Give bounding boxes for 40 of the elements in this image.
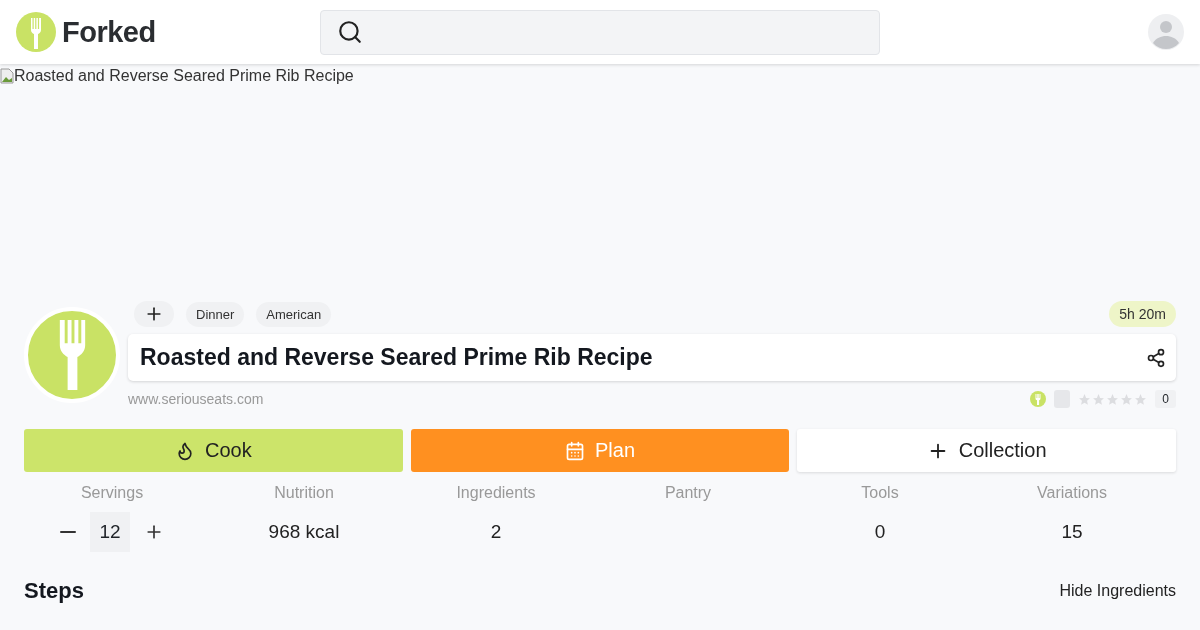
stat-label: Servings	[80, 483, 144, 503]
stat-value: 0	[874, 520, 886, 544]
rating-count: 0	[1155, 390, 1176, 408]
star-icon	[1078, 392, 1092, 406]
tag-chip[interactable]: American	[256, 301, 332, 327]
add-tag-button[interactable]	[134, 301, 174, 327]
time-badge: 5h 20m	[1109, 301, 1176, 327]
broken-image-icon	[0, 68, 14, 84]
stat-label: Nutrition	[274, 483, 334, 503]
image-alt-text: Roasted and Reverse Seared Prime Rib Recipe	[0, 67, 354, 85]
stat-label: Variations	[1037, 483, 1107, 503]
stat-label: Ingredients	[456, 483, 536, 503]
calendar-icon	[564, 440, 585, 461]
share-button[interactable]	[1146, 347, 1166, 368]
star-icon	[1106, 392, 1120, 406]
search-field[interactable]	[320, 9, 880, 55]
stat-label: Pantry	[664, 483, 712, 503]
share-icon	[1146, 347, 1166, 368]
cook-button[interactable]: Cook	[24, 429, 403, 472]
tag-chip[interactable]: Dinner	[186, 301, 245, 327]
collection-button[interactable]: Collection	[797, 429, 1176, 472]
search-icon	[337, 19, 363, 45]
servings-value[interactable]: 12	[90, 512, 130, 552]
fork-badge-icon	[1030, 391, 1047, 407]
logo-icon	[16, 12, 56, 52]
source-url: www.seriouseats.com	[128, 391, 264, 407]
star-rating[interactable]	[1078, 392, 1148, 406]
stat-value: 2	[490, 520, 502, 544]
stat-label: Tools	[861, 483, 899, 503]
steps-heading: Steps	[24, 578, 84, 604]
user-avatar-icon[interactable]	[1148, 14, 1184, 50]
minus-icon	[60, 531, 76, 533]
recipe-title: Roasted and Reverse Seared Prime Rib Recipe	[140, 344, 654, 371]
logo-text: Forked	[62, 15, 156, 49]
stat-value: 968 kcal	[268, 520, 340, 544]
star-icon	[1092, 392, 1106, 406]
hide-ingredients-link[interactable]: Hide Ingredients	[1059, 582, 1176, 600]
stat-value: 15	[1061, 520, 1083, 544]
star-icon	[1134, 392, 1148, 406]
star-icon	[1120, 392, 1134, 406]
